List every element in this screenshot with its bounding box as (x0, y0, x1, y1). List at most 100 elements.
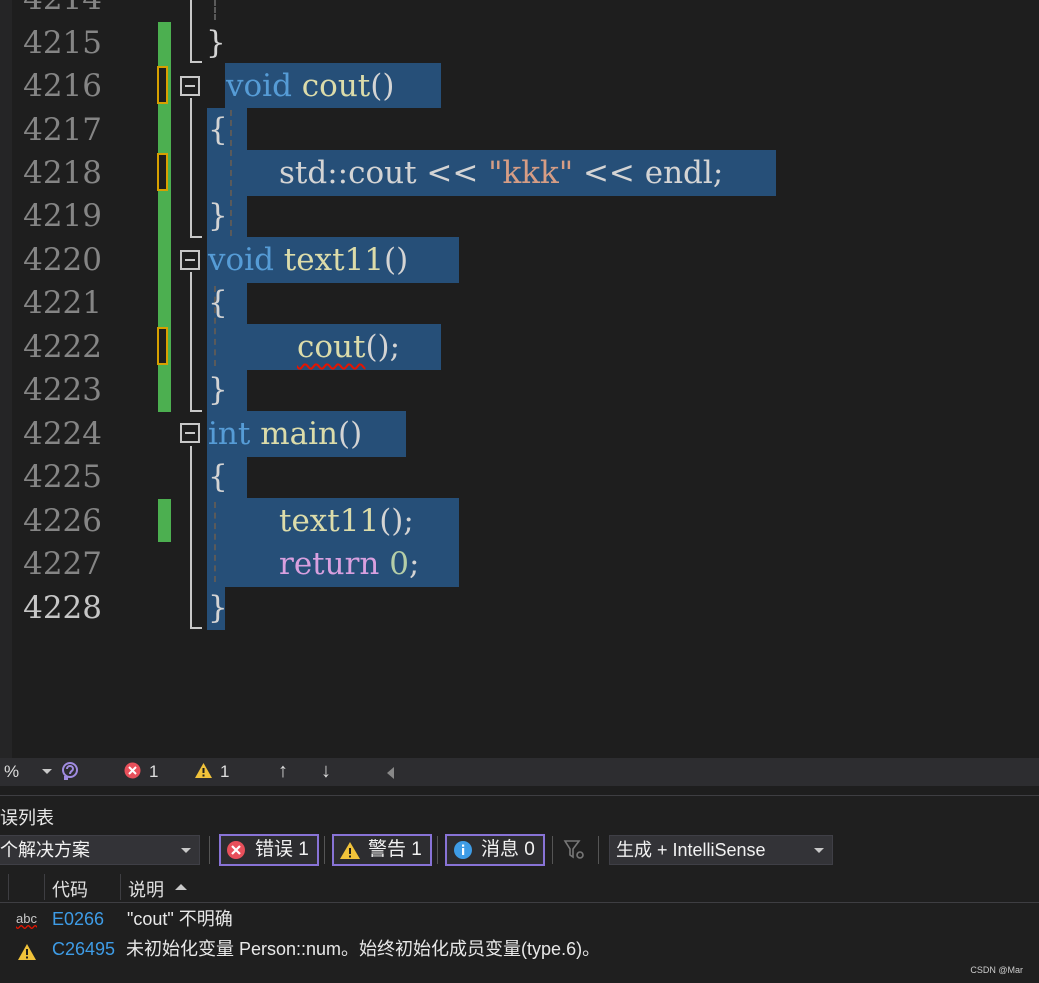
code-token: () (337, 416, 363, 452)
code-line[interactable]: } (208, 587, 228, 630)
code-token: << endl; (573, 155, 724, 191)
code-token: return (279, 546, 380, 582)
warnings-filter-label: 警告 1 (368, 839, 422, 860)
error-list-row[interactable]: C26495 未初始化变量 Person::num。始终初始化成员变量(type… (0, 934, 1039, 964)
toolbar-separator (324, 836, 325, 864)
column-header-code[interactable]: 代码 (52, 876, 88, 902)
code-line[interactable]: return 0; (279, 543, 419, 586)
code-line[interactable]: void cout() (226, 65, 394, 108)
indent-guide (214, 502, 216, 582)
error-squiggle-token[interactable]: cout (297, 329, 365, 365)
code-token: () (384, 242, 409, 278)
code-token: { (208, 459, 228, 495)
column-divider (44, 874, 45, 900)
chevron-down-icon (814, 848, 824, 853)
zoom-level[interactable]: % (4, 762, 19, 782)
unsaved-change-marker (157, 327, 168, 365)
code-token: ; (408, 546, 420, 582)
code-token: 0 (389, 546, 409, 582)
code-editor[interactable]: 4214 4215 4216 4217 4218 4219 4220 4221 … (0, 0, 1039, 758)
code-token: () (370, 68, 395, 104)
code-token: void (208, 242, 274, 278)
code-token: main (260, 416, 338, 452)
change-indicator-bar (158, 499, 171, 542)
code-line[interactable]: } (208, 369, 228, 412)
line-number: 4217 (23, 112, 102, 148)
info-icon (454, 841, 472, 859)
indent-guide (214, 0, 216, 20)
editor-vertical-scrollbar[interactable] (0, 0, 12, 758)
filter-icon[interactable] (563, 839, 585, 866)
line-number: 4220 (23, 242, 102, 278)
error-description: "cout" 不明确 (127, 909, 233, 929)
code-line[interactable]: void text11() (208, 239, 408, 282)
code-token: } (206, 25, 226, 61)
code-token: int (208, 416, 251, 452)
scroll-left-icon[interactable] (387, 767, 394, 779)
collapse-icon[interactable] (180, 250, 200, 270)
intellisense-error-icon: abc (16, 911, 37, 926)
outline-guide (190, 272, 192, 412)
toolbar-separator (552, 836, 553, 864)
line-number: 4215 (23, 25, 102, 61)
error-count[interactable]: 1 (149, 762, 158, 782)
error-count-icon[interactable] (124, 762, 141, 784)
line-number: 4225 (23, 459, 102, 495)
code-token: void (226, 68, 292, 104)
error-list-row[interactable]: abc E0266 "cout" 不明确 (0, 904, 1039, 934)
code-line[interactable]: { (208, 456, 228, 499)
code-line[interactable]: { (208, 282, 228, 325)
arrow-up-icon[interactable]: ↑ (278, 760, 288, 783)
outline-guide (190, 446, 192, 628)
warning-count-icon[interactable] (194, 762, 213, 784)
code-line[interactable]: { (208, 109, 228, 152)
arrow-down-icon[interactable]: ↓ (321, 760, 331, 783)
toolbar-separator (598, 836, 599, 864)
line-number: 4221 (23, 285, 102, 321)
line-number: 4214 (18, 0, 102, 21)
editor-status-bar: % 1 1 ↑ ↓ (0, 758, 1039, 786)
code-token: (); (379, 503, 414, 539)
panel-title: 误列表 (0, 808, 54, 828)
outline-guide (190, 627, 202, 629)
collapse-icon[interactable] (180, 423, 200, 443)
collapse-icon[interactable] (180, 76, 200, 96)
code-line[interactable]: int main() (208, 413, 362, 456)
line-number: 4219 (23, 198, 102, 234)
chevron-down-icon (181, 848, 191, 853)
toolbar-separator (209, 836, 210, 864)
scope-dropdown[interactable]: 个解决方案 (0, 835, 200, 865)
warnings-filter-button[interactable]: 警告 1 (332, 834, 432, 866)
code-line[interactable]: std::cout << "kkk" << endl; (279, 152, 723, 195)
line-number: 4218 (23, 155, 102, 191)
code-line[interactable]: cout(); (297, 326, 400, 369)
warning-icon (17, 940, 37, 970)
column-divider (120, 874, 121, 900)
sort-ascending-icon[interactable] (175, 884, 187, 890)
outline-guide (190, 236, 202, 238)
error-code-link[interactable]: C26495 (52, 934, 115, 964)
code-line[interactable]: } (206, 22, 226, 65)
code-token: } (208, 590, 228, 626)
code-token: text11 (283, 242, 384, 278)
warning-count[interactable]: 1 (220, 762, 229, 782)
column-header-description[interactable]: 说明 (128, 876, 164, 902)
zoom-dropdown-icon[interactable] (42, 769, 52, 774)
build-source-dropdown[interactable]: 生成 + IntelliSense (609, 835, 833, 865)
error-code-link[interactable]: E0266 (52, 904, 104, 934)
current-line-number: 4228 (23, 590, 102, 626)
code-line[interactable]: } (208, 195, 228, 238)
messages-filter-button[interactable]: 消息 0 (445, 834, 545, 866)
code-health-icon[interactable] (61, 761, 79, 786)
build-source-value: 生成 + IntelliSense (616, 840, 766, 860)
code-token: } (208, 198, 228, 234)
line-number: 4224 (23, 416, 102, 452)
code-token: std::cout << (279, 155, 489, 191)
code-token: cout (301, 68, 371, 104)
code-line[interactable]: text11(); (279, 500, 414, 543)
code-token: { (208, 112, 228, 148)
unsaved-change-marker (157, 66, 168, 104)
code-token: { (208, 285, 228, 321)
errors-filter-button[interactable]: 错误 1 (219, 834, 319, 866)
line-number: 4227 (23, 546, 102, 582)
